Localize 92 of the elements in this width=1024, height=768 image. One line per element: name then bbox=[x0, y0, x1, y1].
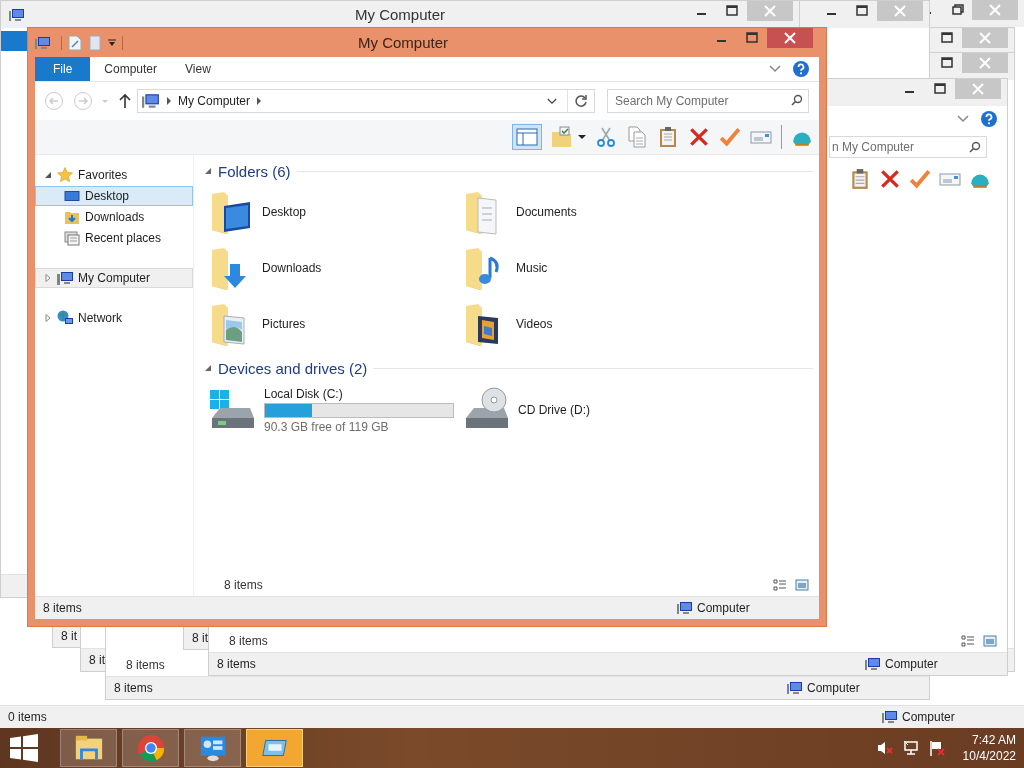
item-count: 8 items bbox=[224, 578, 263, 592]
computer-icon bbox=[787, 681, 803, 695]
folder-item[interactable]: Desktop bbox=[208, 184, 462, 240]
recent-places-icon bbox=[64, 230, 80, 246]
drive-name[interactable]: Local Disk (C:) bbox=[264, 386, 454, 401]
properties-icon[interactable] bbox=[68, 34, 82, 51]
help-icon[interactable] bbox=[981, 111, 997, 127]
nav-item[interactable]: Downloads bbox=[35, 207, 193, 227]
scissors-icon[interactable] bbox=[595, 126, 617, 148]
layout-icon[interactable] bbox=[512, 124, 542, 150]
time-text: 7:42 AM bbox=[971, 732, 1016, 748]
search-field[interactable]: n My Computer bbox=[829, 136, 987, 158]
item-count: 8 items bbox=[229, 634, 268, 648]
status-location: Computer bbox=[697, 601, 750, 615]
clock[interactable]: 7:42 AM 10/4/2022 bbox=[962, 732, 1016, 764]
folder-item[interactable]: Documents bbox=[462, 184, 716, 240]
breadcrumb-arrow-icon[interactable] bbox=[166, 97, 172, 105]
breadcrumb[interactable]: My Computer bbox=[178, 94, 251, 108]
monitor-icon bbox=[64, 188, 80, 204]
date-text: 10/4/2022 bbox=[962, 748, 1016, 764]
details-view-icon[interactable] bbox=[961, 635, 975, 647]
search-field[interactable]: Search My Computer bbox=[607, 89, 809, 113]
window-title: My Computer bbox=[355, 6, 445, 23]
help-icon[interactable] bbox=[793, 61, 809, 77]
caret-icon[interactable] bbox=[108, 38, 116, 47]
breadcrumb-arrow-icon[interactable] bbox=[256, 97, 263, 105]
clipboard-icon[interactable] bbox=[849, 168, 871, 190]
clipboard-icon[interactable] bbox=[657, 126, 679, 148]
nav-item[interactable]: Recent places bbox=[35, 228, 193, 248]
status-text: 8 items bbox=[113, 681, 153, 695]
large-icons-view-icon[interactable] bbox=[795, 579, 809, 591]
computer-icon bbox=[57, 270, 73, 286]
details-view-icon[interactable] bbox=[773, 579, 787, 591]
search-icon bbox=[791, 94, 803, 106]
chevron-icon[interactable] bbox=[769, 65, 781, 73]
large-icons-view-icon[interactable] bbox=[983, 635, 997, 647]
computer-icon bbox=[9, 7, 25, 22]
item-count: 8 items bbox=[126, 658, 165, 672]
address-bar[interactable]: My Computer bbox=[137, 89, 595, 113]
nav-item[interactable]: My Computer bbox=[35, 268, 193, 288]
search-icon bbox=[969, 141, 981, 153]
chevron-icon[interactable] bbox=[957, 115, 969, 123]
delete-icon[interactable] bbox=[879, 168, 901, 190]
up-arrow-icon[interactable] bbox=[119, 93, 131, 109]
network-icon bbox=[57, 310, 73, 326]
status-text: 8 items bbox=[42, 601, 82, 615]
collapse-icon[interactable] bbox=[204, 167, 212, 175]
computer-icon bbox=[35, 35, 51, 50]
nav-item[interactable]: Desktop bbox=[35, 186, 193, 206]
window-title: My Computer bbox=[357, 34, 449, 51]
nav-item[interactable]: Network bbox=[35, 308, 193, 328]
ribbon-tab[interactable]: View bbox=[171, 57, 225, 81]
flag-icon[interactable] bbox=[928, 740, 945, 756]
delete-icon[interactable] bbox=[688, 126, 710, 148]
free-space-text: 90.3 GB free of 119 GB bbox=[264, 419, 390, 434]
status-text: 8 it bbox=[191, 631, 208, 645]
ribbon-tab[interactable]: Computer bbox=[90, 57, 172, 81]
group-heading[interactable]: Folders (6) bbox=[218, 162, 291, 180]
status-location: Computer bbox=[807, 681, 860, 695]
status-location: Computer bbox=[885, 657, 938, 671]
network-icon[interactable] bbox=[902, 740, 919, 756]
status-text: 0 items bbox=[7, 710, 47, 724]
drive-name[interactable]: CD Drive (D:) bbox=[518, 403, 590, 417]
checkmark-icon[interactable] bbox=[719, 126, 741, 148]
folder-item[interactable]: Pictures bbox=[208, 296, 462, 352]
status-text: 8 it bbox=[88, 653, 105, 667]
computer-icon bbox=[882, 710, 898, 724]
nav-item[interactable]: Favorites bbox=[35, 165, 193, 185]
dropdown-icon[interactable] bbox=[547, 97, 557, 105]
group-heading[interactable]: Devices and drives (2) bbox=[218, 359, 368, 377]
windows-logo-icon[interactable] bbox=[10, 734, 38, 762]
taskbar-button[interactable] bbox=[246, 729, 303, 767]
speaker-muted-icon[interactable] bbox=[876, 740, 893, 756]
folder-check-icon[interactable] bbox=[551, 126, 573, 148]
refresh-icon[interactable] bbox=[574, 94, 588, 108]
status-text: 8 items bbox=[216, 657, 256, 671]
download-folder-icon bbox=[64, 209, 80, 225]
computer-icon bbox=[142, 93, 160, 109]
collapse-icon[interactable] bbox=[204, 364, 212, 372]
close-icon[interactable] bbox=[767, 28, 813, 48]
status-location: Computer bbox=[902, 710, 955, 724]
folder-item[interactable]: Music bbox=[462, 240, 716, 296]
caret-icon[interactable] bbox=[578, 134, 586, 140]
status-text: 8 it bbox=[60, 629, 77, 643]
folder-item[interactable]: Downloads bbox=[208, 240, 462, 296]
browser-icon bbox=[135, 733, 166, 763]
computer-icon bbox=[865, 657, 881, 671]
expand-icon[interactable] bbox=[44, 171, 52, 179]
star-icon bbox=[57, 167, 73, 183]
checkmark-icon[interactable] bbox=[909, 168, 931, 190]
folder-item[interactable]: Videos bbox=[462, 296, 716, 352]
computer-icon bbox=[677, 601, 693, 615]
